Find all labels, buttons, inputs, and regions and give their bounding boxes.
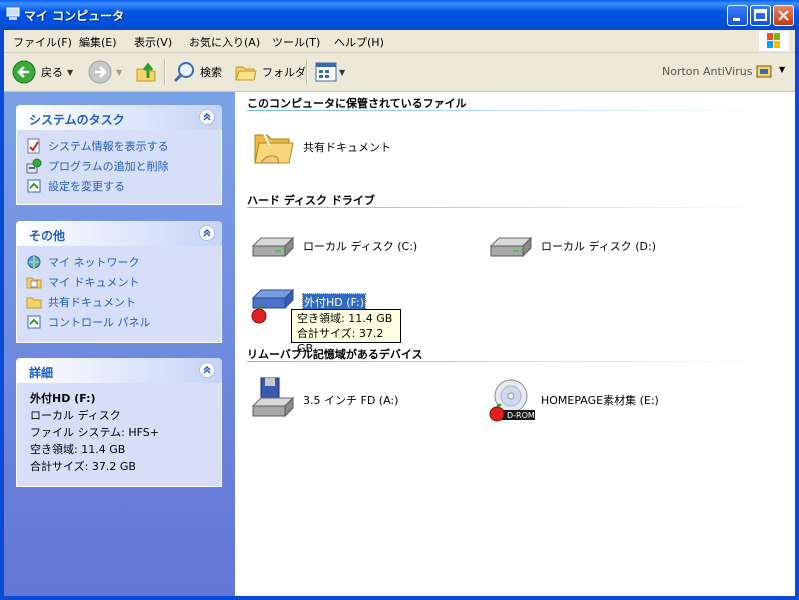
system-tasks-body: システム情報を表示する プログラムの追加と削除 設定を変更する — [16, 130, 222, 205]
group-divider — [247, 110, 767, 111]
norton-antivirus-label[interactable]: Norton AntiVirus — [662, 65, 752, 78]
details-body: 外付HD (F:) ローカル ディスク ファイル システム: HFS+ 空き領域… — [16, 383, 222, 487]
control-panel-icon — [27, 179, 41, 193]
group-heading-stored-files: このコンピュータに保管されているファイル — [247, 97, 467, 110]
norton-icon[interactable] — [756, 64, 772, 80]
shared-documents-item[interactable]: 共有ドキュメント — [249, 123, 391, 171]
add-remove-programs-icon — [26, 158, 42, 174]
back-arrow-icon — [12, 60, 36, 84]
place-my-documents[interactable]: マイ ドキュメント — [17, 272, 221, 292]
floppy-drive-icon — [251, 377, 295, 418]
group-divider — [247, 361, 767, 362]
task-add-remove-programs[interactable]: プログラムの追加と削除 — [17, 156, 221, 176]
system-tasks-panel: システムのタスク システム情報を表示する プログラムの追加と削除 設定を変更する — [16, 105, 222, 205]
local-disk-d-item[interactable]: ローカル ディスク (D:) — [487, 222, 656, 270]
my-documents-icon — [26, 277, 42, 289]
window: マイ コンピュータ ファイル(F) 編集(E) 表示(V) お気に入り(A) ツ… — [0, 0, 799, 600]
window-title: マイ コンピュータ — [24, 9, 125, 23]
up-button[interactable] — [134, 60, 158, 84]
tooltip-free-space: 空き領域: 11.4 GB — [297, 312, 393, 325]
group-divider — [247, 207, 767, 208]
toolbar-separator — [306, 59, 308, 85]
details-type: ローカル ディスク — [30, 409, 121, 422]
details-title: 詳細 — [29, 366, 54, 380]
folders-button[interactable]: フォルダ — [234, 60, 306, 84]
views-icon — [315, 62, 337, 82]
hard-disk-icon — [251, 236, 295, 258]
hard-disk-selected-icon — [251, 288, 295, 324]
back-dropdown-icon[interactable]: ▼ — [67, 68, 73, 77]
views-dropdown-icon[interactable]: ▼ — [339, 68, 345, 77]
cdrom-e-item[interactable]: D-ROM HOMEPAGE素材集 (E:) — [487, 376, 659, 424]
toolbar-separator — [164, 59, 166, 85]
menu-bar: ファイル(F) 編集(E) 表示(V) お気に入り(A) ツール(T) ヘルプ(… — [4, 30, 795, 53]
group-heading-hard-disks: ハード ディスク ドライブ — [247, 194, 375, 207]
control-panel-icon — [27, 315, 41, 329]
title-bar[interactable]: マイ コンピュータ — [0, 0, 799, 30]
collapse-chevron-icon[interactable] — [199, 225, 215, 241]
collapse-chevron-icon[interactable] — [199, 362, 215, 378]
close-button[interactable] — [773, 5, 794, 26]
drive-tooltip: 空き領域: 11.4 GB 合計サイズ: 37.2 GB — [291, 309, 401, 355]
menu-edit[interactable]: 編集(E) — [79, 34, 117, 50]
details-total-size: 合計サイズ: 37.2 GB — [30, 460, 136, 473]
local-disk-c-item[interactable]: ローカル ディスク (C:) — [249, 222, 417, 270]
details-panel: 詳細 外付HD (F:) ローカル ディスク ファイル システム: HFS+ 空… — [16, 358, 222, 487]
tooltip-total-size: 合計サイズ: 37.2 GB — [297, 327, 384, 355]
network-globe-icon — [27, 255, 41, 269]
floppy-a-item[interactable]: 3.5 インチ FD (A:) — [249, 376, 398, 424]
task-change-settings[interactable]: 設定を変更する — [17, 176, 221, 196]
other-places-panel: その他 マイ ネットワーク マイ ドキュメント 共有ドキュメント コントロール … — [16, 221, 222, 343]
system-tasks-title: システムのタスク — [29, 113, 125, 127]
details-filesystem: ファイル システム: HFS+ — [30, 426, 159, 439]
menu-favorites[interactable]: お気に入り(A) — [189, 34, 260, 50]
menu-help[interactable]: ヘルプ(H) — [334, 34, 384, 50]
views-button[interactable]: ▼ — [314, 60, 345, 84]
windows-logo-icon — [759, 31, 789, 51]
details-name: 外付HD (F:) — [30, 392, 96, 405]
search-label: 検索 — [200, 66, 222, 79]
cd-drive-icon: D-ROM — [489, 379, 535, 422]
close-icon — [778, 10, 789, 21]
other-places-header[interactable]: その他 — [16, 221, 222, 246]
collapse-chevron-icon[interactable] — [199, 109, 215, 125]
minimize-icon — [733, 18, 740, 21]
menu-file[interactable]: ファイル(F) — [13, 34, 72, 50]
shared-folder-icon — [254, 130, 294, 164]
back-label: 戻る — [41, 66, 63, 79]
details-header[interactable]: 詳細 — [16, 358, 222, 383]
details-free-space: 空き領域: 11.4 GB — [30, 443, 126, 456]
place-my-network[interactable]: マイ ネットワーク — [17, 252, 221, 272]
search-button[interactable]: 検索 — [172, 60, 222, 84]
minimize-button[interactable] — [727, 5, 748, 26]
forward-dropdown-icon[interactable]: ▼ — [116, 68, 122, 77]
folders-label: フォルダ — [262, 66, 306, 79]
other-places-body: マイ ネットワーク マイ ドキュメント 共有ドキュメント コントロール パネル — [16, 246, 222, 343]
system-tasks-header[interactable]: システムのタスク — [16, 105, 222, 130]
forward-button[interactable]: ▼ — [88, 60, 122, 84]
norton-dropdown-icon[interactable]: ▼ — [779, 65, 785, 74]
system-info-icon — [27, 138, 40, 154]
cd-badge-text: D-ROM — [507, 411, 535, 420]
toolbar: 戻る ▼ ▼ 検索 フォルダ ▼ Norton AntiVirus ▼ — [4, 53, 795, 92]
menu-tools[interactable]: ツール(T) — [272, 34, 320, 50]
maximize-icon — [754, 9, 767, 21]
back-button[interactable]: 戻る ▼ — [12, 60, 73, 84]
maximize-button[interactable] — [750, 5, 771, 26]
external-hd-label: 外付HD (F:) — [301, 293, 367, 311]
forward-arrow-icon — [88, 60, 112, 84]
search-icon — [173, 62, 194, 83]
place-shared-documents[interactable]: 共有ドキュメント — [17, 292, 221, 312]
folders-icon — [235, 66, 257, 81]
menu-view[interactable]: 表示(V) — [134, 34, 172, 50]
task-view-system-info[interactable]: システム情報を表示する — [17, 136, 221, 156]
folder-icon — [26, 297, 42, 309]
task-pane: システムのタスク システム情報を表示する プログラムの追加と削除 設定を変更する — [4, 92, 235, 596]
place-control-panel[interactable]: コントロール パネル — [17, 312, 221, 332]
folder-up-icon — [136, 62, 156, 82]
hard-disk-icon — [489, 236, 533, 258]
other-places-title: その他 — [29, 229, 66, 243]
my-computer-icon — [6, 7, 20, 20]
